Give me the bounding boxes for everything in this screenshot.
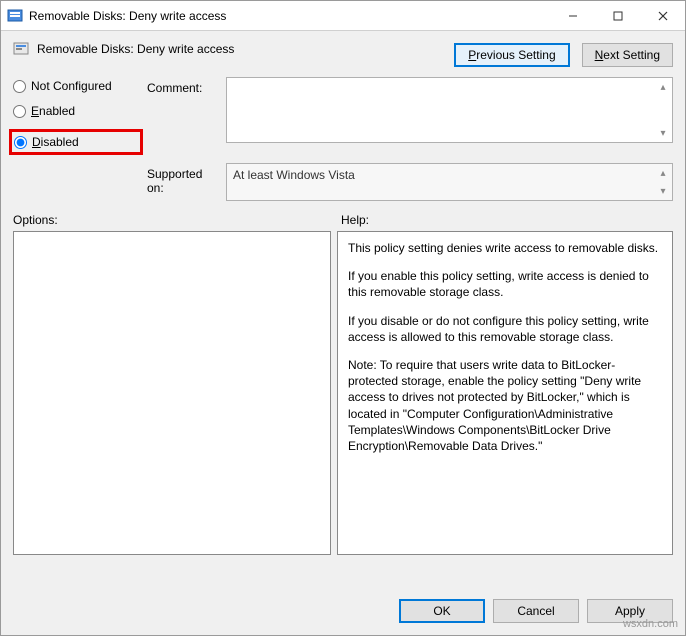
radio-enabled[interactable]: Enabled [13,104,143,118]
policy-icon [13,41,29,57]
radio-not-configured[interactable]: Not Configured [13,79,143,93]
scroll-down-icon[interactable]: ▾ [656,126,670,140]
radio-not-configured-label: Not Configured [31,79,112,93]
scroll-up-icon[interactable]: ▴ [656,80,670,94]
dialog-buttons: OK Cancel Apply [1,589,685,635]
help-text: If you enable this policy setting, write… [348,268,662,300]
state-radio-group: Not Configured Enabled Disabled [13,77,143,155]
scroll-down-icon[interactable]: ▾ [656,184,670,198]
section-labels: Options: Help: [1,201,685,231]
help-text: Note: To require that users write data t… [348,357,662,454]
comment-field[interactable]: ▴ ▾ [226,77,673,143]
options-label: Options: [13,213,341,227]
supported-label: Supported on: [147,163,222,195]
supported-value: At least Windows Vista [233,168,355,182]
maximize-button[interactable] [595,1,640,30]
window-title: Removable Disks: Deny write access [29,9,550,23]
options-panel [13,231,331,555]
radio-enabled-input[interactable] [13,105,26,118]
policy-dialog: Removable Disks: Deny write access Remov… [0,0,686,636]
app-icon [7,8,23,24]
apply-button[interactable]: Apply [587,599,673,623]
radio-disabled[interactable]: Disabled [9,129,143,155]
ok-button[interactable]: OK [399,599,485,623]
window-controls [550,1,685,30]
config-area: Not Configured Enabled Disabled Comment:… [1,77,685,201]
help-label: Help: [341,213,369,227]
radio-disabled-input[interactable] [14,136,27,149]
policy-subtitle: Removable Disks: Deny write access [37,42,442,56]
comment-label: Comment: [147,77,222,95]
scroll-up-icon[interactable]: ▴ [656,166,670,180]
close-button[interactable] [640,1,685,30]
panels: This policy setting denies write access … [1,231,685,589]
previous-setting-button[interactable]: Previous Setting [454,43,569,67]
nav-buttons: Previous Setting Next Setting [454,31,685,77]
help-text: This policy setting denies write access … [348,240,662,256]
radio-not-configured-input[interactable] [13,80,26,93]
help-panel: This policy setting denies write access … [337,231,673,555]
help-text: If you disable or do not configure this … [348,313,662,345]
cancel-button[interactable]: Cancel [493,599,579,623]
next-setting-button[interactable]: Next Setting [582,43,673,67]
header: Removable Disks: Deny write access [1,31,454,59]
supported-field: At least Windows Vista ▴ ▾ [226,163,673,201]
titlebar: Removable Disks: Deny write access [1,1,685,31]
minimize-button[interactable] [550,1,595,30]
